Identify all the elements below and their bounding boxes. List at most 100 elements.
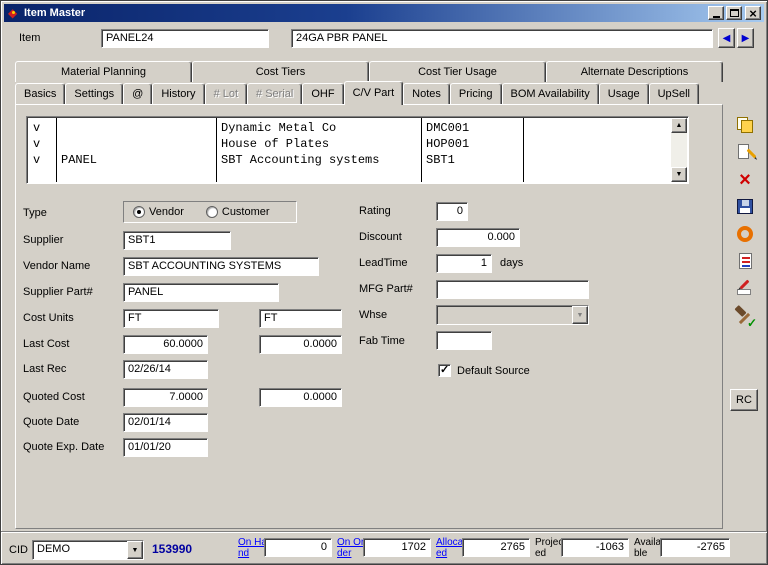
projected-value: -1063 (561, 538, 629, 557)
grid-cell-part (56, 136, 216, 152)
tab-alternate-descriptions[interactable]: Alternate Descriptions (546, 61, 723, 82)
check-icon: ✓ (440, 363, 449, 376)
grid-cell-part: PANEL (56, 152, 216, 168)
supplier-part-field[interactable]: PANEL (123, 283, 279, 302)
mfg-part-field[interactable] (436, 280, 589, 299)
save-button[interactable] (731, 194, 759, 219)
default-source-label: Default Source (457, 365, 530, 377)
tab-strip-pages: Basics Settings @ History # Lot # Serial… (15, 82, 727, 104)
whse-dropdown: ▼ (436, 305, 589, 325)
tab-material-planning[interactable]: Material Planning (15, 61, 192, 82)
tab-at[interactable]: @ (123, 83, 152, 104)
grid-cell-part (56, 120, 216, 136)
quoted-cost-field-2[interactable]: 0.0000 (259, 388, 342, 407)
customer-radio[interactable]: Customer (206, 206, 270, 218)
cost-units-field-2[interactable]: FT (259, 309, 342, 328)
fab-time-field[interactable] (436, 331, 492, 350)
grid-cell-flag: v (28, 120, 56, 136)
copy-button[interactable] (731, 113, 759, 138)
tab-settings[interactable]: Settings (65, 83, 123, 104)
tab-notes[interactable]: Notes (403, 83, 450, 104)
rating-field[interactable]: 0 (436, 202, 468, 221)
last-cost-field-2[interactable]: 0.0000 (259, 335, 342, 354)
vendor-name-field[interactable]: SBT ACCOUNTING SYSTEMS (123, 257, 319, 276)
vendor-list-rows: v Dynamic Metal Co DMC001 v House of Pla… (28, 118, 671, 182)
quote-date-field[interactable]: 02/01/14 (123, 413, 208, 432)
build-button[interactable]: ✓ (731, 302, 759, 332)
type-label: Type (23, 207, 47, 219)
tab-history[interactable]: History (152, 83, 204, 104)
last-rec-field[interactable]: 02/26/14 (123, 360, 208, 379)
tab-cost-tier-usage[interactable]: Cost Tier Usage (369, 61, 546, 82)
discount-field[interactable]: 0.000 (436, 228, 520, 247)
tab-basics[interactable]: Basics (15, 83, 65, 104)
tab-usage[interactable]: Usage (599, 83, 649, 104)
titlebar[interactable]: ◆ Item Master × (4, 4, 764, 22)
grid-cell-name: House of Plates (216, 136, 421, 152)
tab-cv-part[interactable]: C/V Part (344, 81, 404, 105)
supplier-field[interactable]: SBT1 (123, 231, 231, 250)
quote-exp-date-label: Quote Exp. Date (23, 441, 104, 453)
window-title: Item Master (24, 7, 706, 19)
rating-label: Rating (359, 205, 391, 217)
prev-item-button[interactable]: ◀ (718, 28, 735, 48)
item-description-field[interactable]: 24GA PBR PANEL (291, 29, 713, 48)
report-button[interactable] (731, 248, 759, 273)
leadtime-label: LeadTime (359, 257, 408, 269)
tab-bom-availability[interactable]: BOM Availability (502, 83, 599, 104)
cost-units-field-1[interactable]: FT (123, 309, 219, 328)
grid-cell-extra (523, 136, 671, 152)
tab-pricing[interactable]: Pricing (450, 83, 502, 104)
vertical-scrollbar[interactable]: ▲ ▼ (671, 118, 687, 182)
last-cost-label: Last Cost (23, 338, 69, 350)
next-item-button[interactable]: ▶ (737, 28, 754, 48)
scroll-down-button[interactable]: ▼ (671, 167, 687, 182)
vendor-name-label: Vendor Name (23, 260, 90, 272)
memo-button[interactable] (731, 275, 759, 300)
customer-radio-label: Customer (222, 206, 270, 218)
grid-cell-flag: v (28, 152, 56, 168)
quote-exp-date-field[interactable]: 01/01/20 (123, 438, 208, 457)
delete-icon: × (739, 171, 751, 189)
close-icon: × (749, 8, 757, 19)
default-source-checkbox[interactable]: ✓ (438, 364, 451, 377)
column-divider (523, 118, 524, 182)
discount-label: Discount (359, 231, 402, 243)
cid-dropdown[interactable]: DEMO ▼ (32, 540, 144, 560)
scroll-up-button[interactable]: ▲ (671, 118, 687, 133)
chevron-down-icon: ▼ (577, 312, 584, 319)
grid-cell-name: Dynamic Metal Co (216, 120, 421, 136)
tab-ohf[interactable]: OHF (302, 83, 343, 104)
edit-button[interactable] (731, 140, 759, 165)
save-icon (737, 199, 753, 214)
cancel-button[interactable] (731, 221, 759, 246)
fab-time-label: Fab Time (359, 335, 405, 347)
grid-cell-flag: v (28, 136, 56, 152)
minimize-button[interactable] (708, 6, 724, 20)
column-divider (56, 118, 57, 182)
vendor-radio-label: Vendor (149, 206, 184, 218)
close-button[interactable]: × (745, 6, 761, 20)
grid-row[interactable]: v Dynamic Metal Co DMC001 (28, 120, 671, 136)
grid-row[interactable]: v PANEL SBT Accounting systems SBT1 (28, 152, 671, 168)
delete-button[interactable]: × (731, 167, 759, 192)
maximize-button[interactable] (726, 6, 742, 20)
whse-dropdown-button: ▼ (572, 306, 588, 324)
tab-cost-tiers[interactable]: Cost Tiers (192, 61, 369, 82)
type-groupbox: Vendor Customer (123, 201, 297, 223)
item-code-field[interactable]: PANEL24 (101, 29, 269, 48)
on-order-value: 1702 (363, 538, 431, 557)
cid-dropdown-button[interactable]: ▼ (127, 541, 143, 559)
leadtime-field[interactable]: 1 (436, 254, 492, 273)
quoted-cost-field-1[interactable]: 7.0000 (123, 388, 208, 407)
tab-lot: # Lot (205, 83, 247, 104)
grid-row[interactable]: v House of Plates HOP001 (28, 136, 671, 152)
rc-button[interactable]: RC (730, 389, 758, 411)
left-arrow-icon: ◀ (723, 33, 731, 44)
vendor-radio[interactable]: Vendor (133, 206, 184, 218)
tab-upsell[interactable]: UpSell (649, 83, 699, 104)
grid-cell-extra (523, 152, 671, 168)
mfg-part-label: MFG Part# (359, 283, 413, 295)
supplier-label: Supplier (23, 234, 63, 246)
last-cost-field-1[interactable]: 60.0000 (123, 335, 208, 354)
